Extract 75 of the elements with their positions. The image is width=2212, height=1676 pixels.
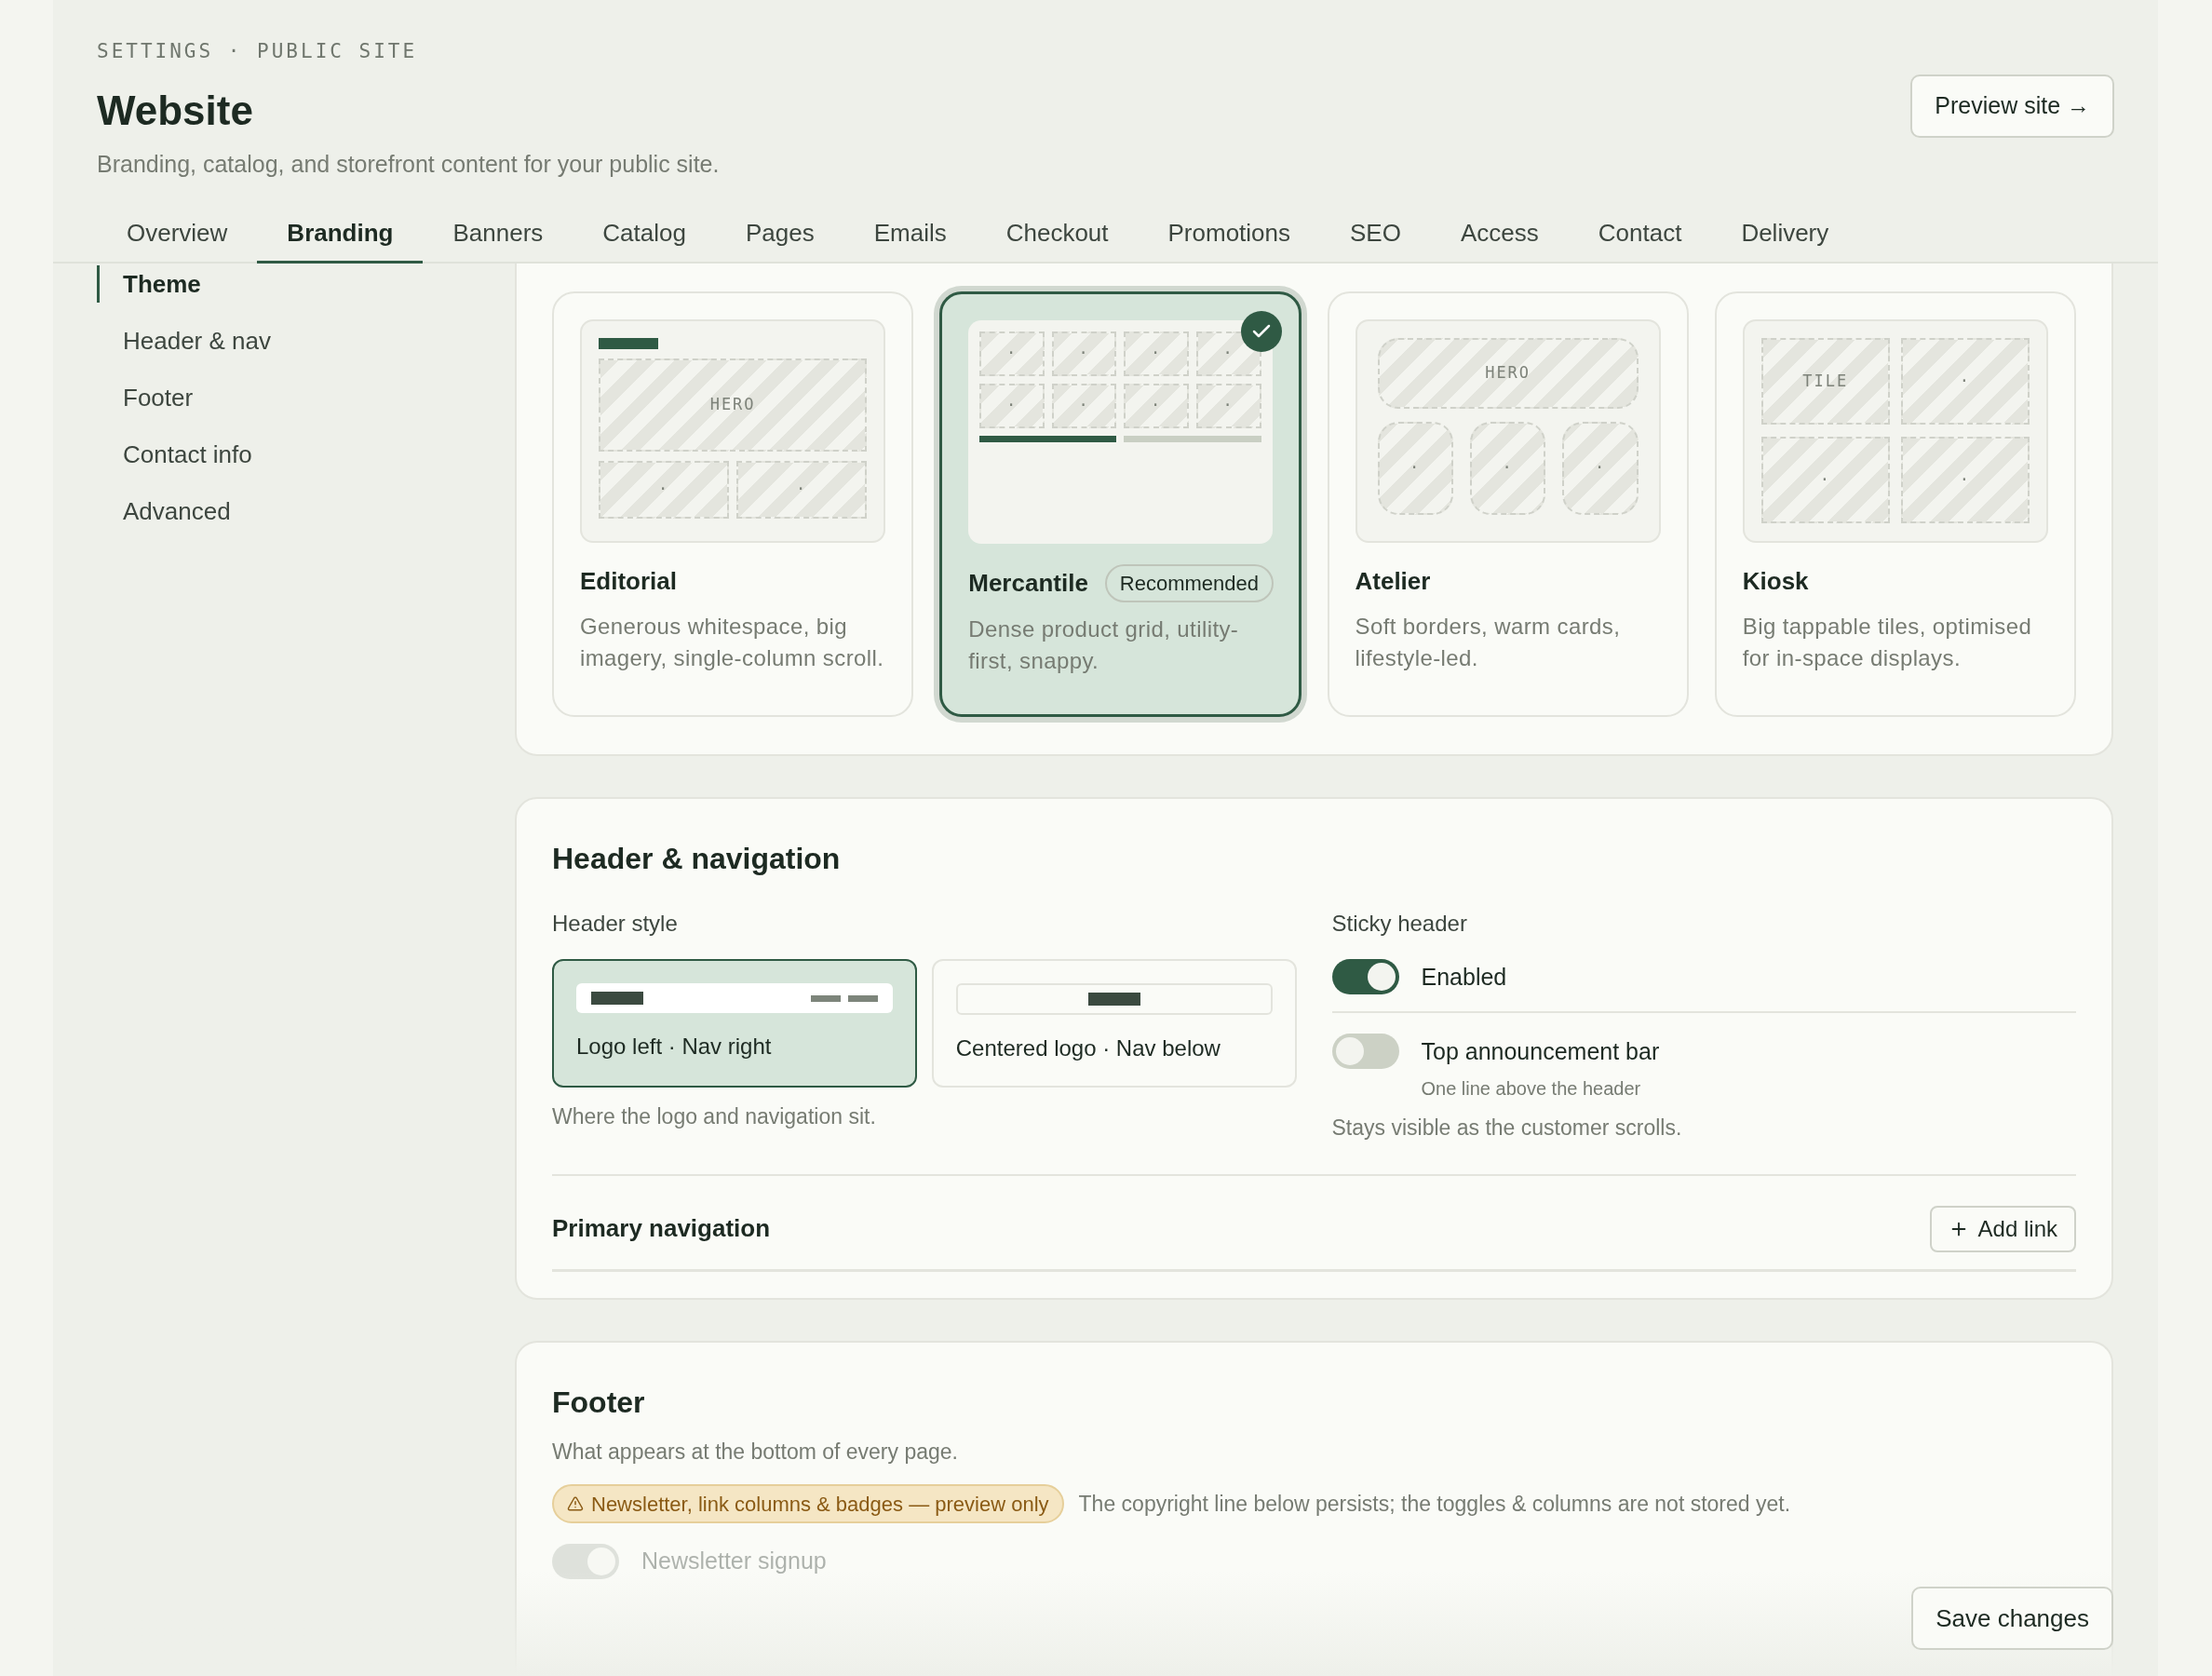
theme-name: Editorial	[580, 566, 677, 597]
preview-site-button[interactable]: Preview site →	[1910, 74, 2114, 138]
theme-card[interactable]: HERO · · Editorial Generous whitespace, big imagery, single-column scroll.	[552, 291, 914, 717]
tab[interactable]: Promotions	[1138, 206, 1321, 264]
recommended-badge: Recommended	[1104, 564, 1275, 602]
toggle-hint: One line above the header	[1421, 1077, 1642, 1101]
theme-description: Big tappable tiles, optimised for in-space displays.	[1742, 613, 2033, 672]
toggle-label: Top announcement bar	[1421, 1037, 1660, 1066]
theme-name: Atelier	[1355, 566, 1431, 597]
option-label: Logo left · Nav right	[576, 1033, 773, 1061]
placeholder-tile: ·	[1377, 422, 1453, 515]
section-title: Footer	[552, 1384, 646, 1421]
tab[interactable]: Catalog	[573, 206, 716, 264]
tab[interactable]: Overview	[97, 206, 258, 264]
theme-description: Dense product grid, utility-first, snappy.	[968, 615, 1240, 675]
toggle-label: Enabled	[1421, 963, 1507, 992]
save-changes-button[interactable]: Save changes	[1911, 1587, 2113, 1650]
placeholder-tile: HERO	[599, 358, 868, 452]
toggle-switch[interactable]	[1331, 1034, 1399, 1069]
theme-name: Mercantile	[968, 568, 1088, 599]
section-description: What appears at the bottom of every page.	[552, 1438, 959, 1466]
tab[interactable]: Access	[1430, 206, 1569, 264]
check-icon	[1240, 311, 1282, 352]
header-style-option[interactable]: Centered logo · Nav below	[931, 959, 1297, 1088]
toggle-switch[interactable]	[1331, 959, 1399, 994]
placeholder-tile: ·	[1195, 384, 1261, 428]
placeholder-tile: ·	[1051, 384, 1117, 428]
toggle-label: Newsletter signup	[641, 1547, 827, 1576]
theme-description: Soft borders, warm cards, lifestyle-led.	[1355, 613, 1622, 672]
tab[interactable]: SEO	[1320, 206, 1431, 264]
sidebar-item[interactable]: Footer	[97, 379, 515, 416]
placeholder-tile: HERO	[1377, 338, 1639, 409]
tab[interactable]: Banners	[423, 206, 573, 264]
warning-badge: Newsletter, link columns & badges — preview only	[552, 1484, 1064, 1523]
tab[interactable]: Contact	[1568, 206, 1712, 264]
sidebar-item[interactable]: Advanced	[97, 493, 515, 530]
breadcrumb: SETTINGS · PUBLIC SITE	[97, 39, 419, 64]
section-title: Header & navigation	[552, 841, 842, 877]
warning-icon	[567, 1495, 584, 1512]
theme-card[interactable]: HERO · · · Atelier Soft borders, warm cards, lifestyle-led.	[1327, 291, 1689, 717]
tab[interactable]: Checkout	[976, 206, 1139, 264]
page-title: Website	[97, 86, 254, 135]
sidebar-item[interactable]: Contact info	[97, 436, 515, 473]
placeholder-tile: ·	[736, 461, 868, 519]
tab[interactable]: Emails	[843, 206, 977, 264]
placeholder-tile: TILE	[1760, 338, 1890, 425]
placeholder-tile: ·	[1760, 437, 1890, 523]
field-label: Sticky header	[1331, 910, 1468, 938]
sidebar-item[interactable]: Header & nav	[97, 322, 515, 359]
theme-name: Kiosk	[1742, 566, 1809, 597]
tab[interactable]: Branding	[257, 206, 424, 264]
footer-note: The copyright line below persists; the toggles & columns are not stored yet.	[1078, 1490, 1791, 1518]
tab[interactable]: Pages	[715, 206, 844, 264]
placeholder-tile: ·	[599, 461, 730, 519]
help-text: Where the logo and navigation sit.	[552, 1103, 877, 1130]
placeholder-tile: ·	[1051, 331, 1117, 376]
help-text: Stays visible as the customer scrolls.	[1331, 1115, 1683, 1142]
placeholder-tile: ·	[1124, 384, 1189, 428]
placeholder-tile: ·	[979, 331, 1045, 376]
placeholder-tile: ·	[1469, 422, 1546, 515]
header-style-option[interactable]: Logo left · Nav right	[552, 959, 917, 1088]
placeholder-tile: ·	[1900, 437, 2030, 523]
logo-bar	[599, 338, 658, 349]
theme-description: Generous whitespace, big imagery, single-column scroll.	[580, 613, 885, 672]
theme-card[interactable]: TILE · · · Kiosk Big tappable tiles, optimised for in-space displays.	[1714, 291, 2076, 717]
field-label: Header style	[552, 910, 679, 938]
placeholder-tile: ·	[979, 384, 1045, 428]
placeholder-tile: ·	[1900, 338, 2030, 425]
option-label: Centered logo · Nav below	[955, 1034, 1221, 1062]
tab[interactable]: Delivery	[1711, 206, 1859, 264]
placeholder-tile: ·	[1562, 422, 1639, 515]
placeholder-tile: ·	[1124, 331, 1189, 376]
subsection-title: Primary navigation	[552, 1213, 771, 1244]
add-link-button[interactable]: Add link	[1929, 1205, 2076, 1252]
page-subtitle: Branding, catalog, and storefront content for your public site.	[97, 149, 720, 179]
